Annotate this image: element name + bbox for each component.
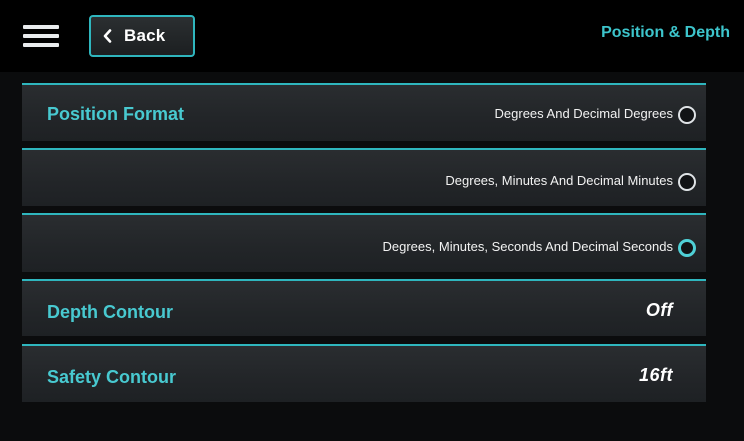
option-label: Degrees And Decimal Degrees bbox=[494, 106, 673, 121]
menu-icon[interactable] bbox=[23, 23, 59, 49]
page-title: Position & Depth bbox=[601, 24, 730, 41]
option-label: Degrees, Minutes, Seconds And Decimal Se… bbox=[382, 239, 674, 254]
safety-contour-row[interactable]: Safety Contour 16ft bbox=[22, 344, 706, 402]
radio-degrees-minutes-seconds-decimal-seconds[interactable] bbox=[678, 239, 696, 257]
back-button-label: Back bbox=[124, 26, 166, 45]
option-label: Degrees, Minutes And Decimal Minutes bbox=[445, 173, 673, 188]
position-format-option-dd[interactable]: Position Format Degrees And Decimal Degr… bbox=[22, 83, 706, 141]
back-button[interactable]: Back bbox=[89, 15, 195, 57]
radio-degrees-minutes-decimal-minutes[interactable] bbox=[678, 173, 696, 191]
depth-contour-value: Off bbox=[645, 300, 673, 320]
safety-contour-value: 16ft bbox=[638, 365, 673, 385]
position-format-option-dms[interactable]: Degrees, Minutes, Seconds And Decimal Se… bbox=[22, 213, 706, 272]
settings-screen: Back Position & Depth Position Format De… bbox=[0, 0, 744, 441]
depth-contour-row[interactable]: Depth Contour Off bbox=[22, 279, 706, 336]
safety-contour-label: Safety Contour bbox=[47, 367, 177, 387]
position-format-label: Position Format bbox=[47, 104, 185, 124]
top-bar: Back Position & Depth bbox=[0, 0, 744, 72]
chevron-left-icon bbox=[103, 29, 112, 43]
depth-contour-label: Depth Contour bbox=[47, 302, 173, 322]
radio-degrees-decimal-degrees[interactable] bbox=[678, 106, 696, 124]
position-format-option-dmm[interactable]: Degrees, Minutes And Decimal Minutes bbox=[22, 148, 706, 206]
